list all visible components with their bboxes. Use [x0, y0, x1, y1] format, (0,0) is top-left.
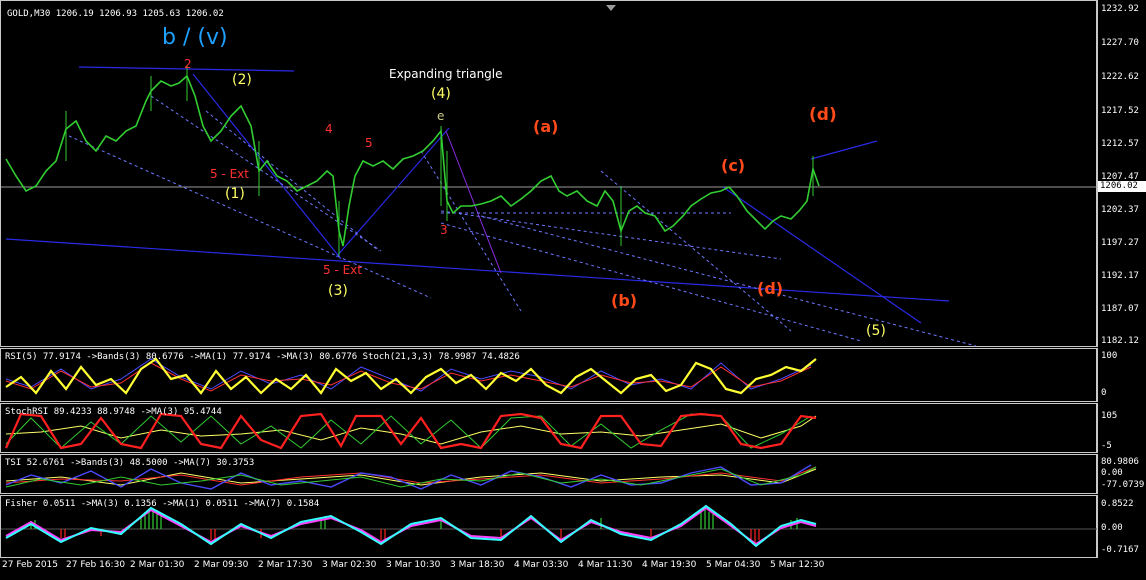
fisher-scale: 0.8522 0.00 -0.7167 [1097, 495, 1146, 558]
time-label: 3 Mar 02:30 [322, 560, 377, 570]
time-axis[interactable]: 27 Feb 2015 27 Feb 16:30 2 Mar 01:30 2 M… [0, 558, 1097, 580]
time-label: 2 Mar 09:30 [194, 560, 249, 570]
time-label: 4 Mar 19:30 [642, 560, 697, 570]
fisher-tick: 0.00 [1101, 523, 1123, 533]
current-price-badge: 1206.02 [1098, 181, 1146, 192]
stochrsi-tick: 105 [1101, 411, 1118, 421]
price-tick: 1197.27 [1101, 238, 1139, 248]
rsi-label: RSI(5) 77.9174 ->Bands(3) 80.6776 ->MA(1… [5, 352, 520, 362]
rsi-tick: 0 [1101, 388, 1107, 398]
fisher-tick: 0.8522 [1101, 499, 1134, 509]
time-label: 4 Mar 03:30 [514, 560, 569, 570]
trendline-d [810, 140, 878, 160]
time-label: 2 Mar 17:30 [258, 560, 313, 570]
price-tick: 1232.92 [1101, 4, 1139, 14]
wave-label-a: (a) [533, 117, 559, 136]
tsi-tick: 80.9806 [1101, 457, 1139, 467]
trendline-4 [335, 127, 450, 258]
price-series [5, 74, 820, 247]
wave-label-b: (b) [611, 291, 638, 310]
wave-label-n3: 3 [440, 223, 448, 237]
time-label: 2 Mar 01:30 [130, 560, 185, 570]
trendline-base [5, 238, 950, 302]
price-tick: 1217.52 [1101, 106, 1139, 116]
tsi-tick: -77.0739 [1101, 480, 1145, 490]
price-tick: 1192.17 [1101, 271, 1139, 281]
expanding-triangle-label: Expanding triangle [389, 67, 503, 81]
price-tick: 1202.37 [1101, 205, 1139, 215]
price-tick: 1227.70 [1101, 38, 1139, 48]
stochrsi-scale: 105 -5 [1097, 403, 1146, 453]
rsi-pane[interactable]: RSI(5) 77.9174 ->Bands(3) 80.6776 ->MA(1… [0, 348, 1097, 402]
time-label: 5 Mar 04:30 [706, 560, 761, 570]
stochrsi-pane[interactable]: StochRSI 89.4233 88.9748 ->MA(3) 95.4744 [0, 403, 1097, 453]
tsi-tick: 0.00 [1101, 468, 1123, 478]
price-chart-pane[interactable]: GOLD,M30 1206.19 1206.93 1205.63 1206.02 [0, 0, 1098, 347]
fisher-pane[interactable]: Fisher 0.0511 ->MA(3) 0.1356 ->MA(1) 0.0… [0, 495, 1098, 558]
wave-label-e: e [437, 109, 445, 123]
time-label: 4 Mar 11:30 [578, 560, 633, 570]
time-label: 27 Feb 2015 [2, 560, 59, 570]
wave-label-2: (2) [232, 72, 252, 88]
fisher-tick: -0.7167 [1101, 545, 1139, 555]
wave-label-d: (d) [809, 105, 837, 125]
tsi-pane[interactable]: TSI 52.6761 ->Bands(3) 48.5000 ->MA(7) 3… [0, 454, 1097, 494]
price-tick: 1187.07 [1101, 304, 1139, 314]
time-label: 3 Mar 10:30 [386, 560, 441, 570]
wave-label-n4: 4 [325, 122, 333, 136]
time-label: 3 Mar 18:30 [450, 560, 505, 570]
wave-label-d-lower: (d) [757, 279, 784, 298]
wave-label-n5: 5 [365, 136, 373, 150]
price-scale[interactable]: 1232.92 1227.70 1222.62 1217.52 1212.57 … [1097, 0, 1146, 347]
price-tick: 1212.57 [1101, 139, 1139, 149]
wave-label-n2: 2 [184, 57, 192, 71]
rsi-tick: 100 [1101, 351, 1118, 361]
wave-label-5: (5) [866, 323, 886, 339]
trendline-violet [445, 130, 502, 274]
tsi-scale: 80.9806 0.00 -77.0739 [1097, 454, 1146, 494]
wave-label-3: (3) [328, 283, 348, 299]
price-tick: 1182.12 [1101, 336, 1139, 346]
tsi-label: TSI 52.6761 ->Bands(3) 48.5000 ->MA(7) 3… [5, 458, 255, 468]
time-label: 5 Mar 12:30 [770, 560, 825, 570]
stochrsi-label: StochRSI 89.4233 88.9748 ->MA(3) 95.4744 [5, 407, 222, 417]
chart-title: GOLD,M30 1206.19 1206.93 1205.63 1206.02 [7, 9, 224, 19]
wave-label-ext-lower: 5 - Ext [323, 263, 362, 277]
stochrsi-tick: -5 [1101, 441, 1112, 451]
wave-label-bv: b / (v) [162, 25, 228, 50]
rsi-scale: 100 0 [1097, 348, 1146, 402]
price-chart-svg [1, 66, 1098, 347]
dashed-channels [68, 95, 977, 347]
time-label: 27 Feb 16:30 [66, 560, 126, 570]
wave-label-1: (1) [225, 186, 245, 202]
price-tick: 1222.62 [1101, 72, 1139, 82]
fisher-label: Fisher 0.0511 ->MA(3) 0.1356 ->MA(1) 0.0… [5, 499, 320, 509]
wave-label-4: (4) [431, 86, 451, 102]
wave-label-c: (c) [721, 156, 746, 175]
wave-label-ext-upper: 5 - Ext [210, 167, 249, 181]
